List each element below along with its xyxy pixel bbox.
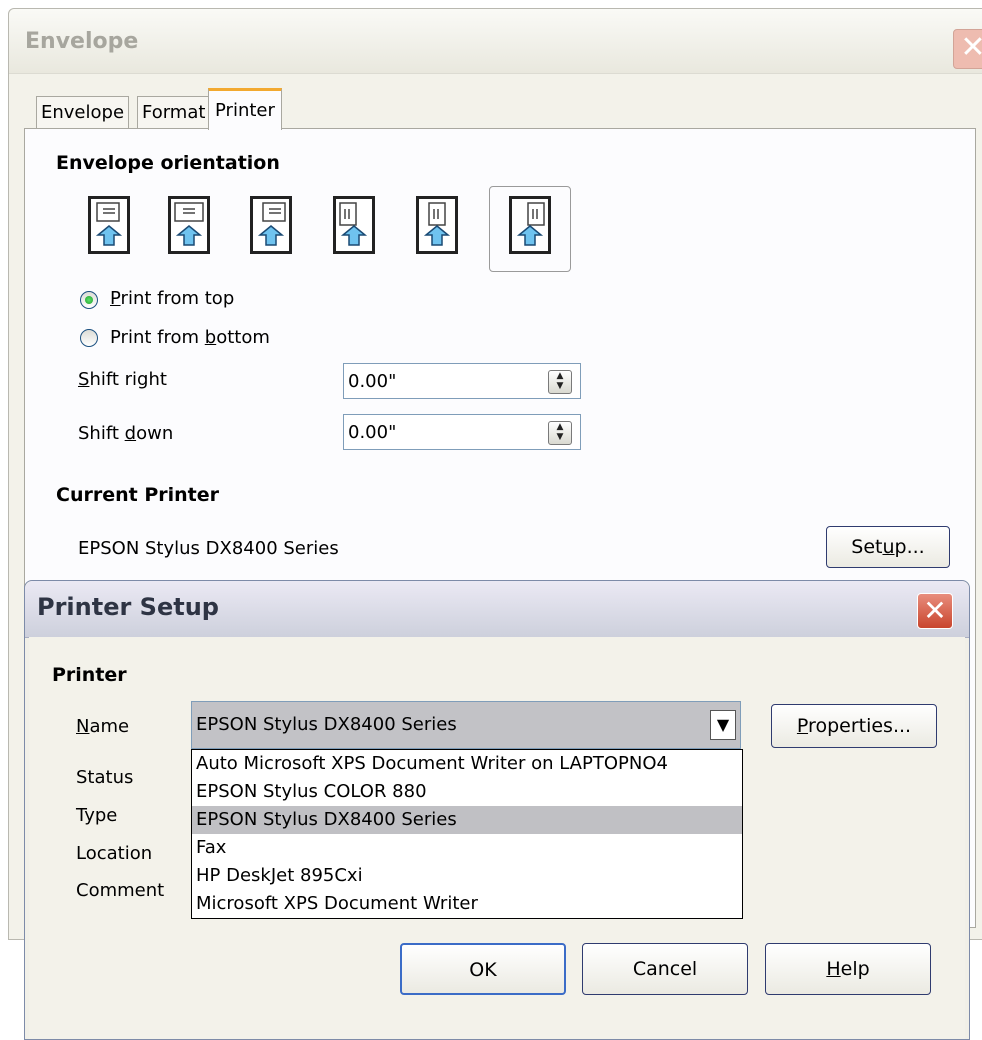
spin-updown-icon[interactable]: ▲ ▼ <box>548 421 572 445</box>
envelope-title: Envelope <box>25 29 139 54</box>
printer-name-select[interactable]: EPSON Stylus DX8400 Series ▼ <box>191 701 741 749</box>
print-from-bottom-label[interactable]: Print from bottom <box>110 327 270 348</box>
status-label: Status <box>76 767 134 788</box>
name-label: Name <box>76 716 130 737</box>
tab-envelope[interactable]: Envelope <box>36 96 130 128</box>
orientation-horizontal-center-icon[interactable] <box>168 196 210 254</box>
print-from-bottom-radio[interactable] <box>80 329 98 347</box>
print-from-top-radio[interactable] <box>80 291 98 309</box>
spin-updown-icon[interactable]: ▲ ▼ <box>548 370 572 394</box>
list-item[interactable]: Auto Microsoft XPS Document Writer on LA… <box>192 750 742 778</box>
list-item[interactable]: Fax <box>192 834 742 862</box>
radio-selected-dot <box>85 296 93 304</box>
list-item[interactable]: HP DeskJet 895Cxi <box>192 862 742 890</box>
envelope-title-bar[interactable]: Envelope ✕ <box>9 9 982 74</box>
current-printer-heading: Current Printer <box>56 484 219 506</box>
current-printer-name: EPSON Stylus DX8400 Series <box>78 538 339 559</box>
envelope-orientation-heading: Envelope orientation <box>56 152 280 174</box>
list-item[interactable]: EPSON Stylus COLOR 880 <box>192 778 742 806</box>
ok-button[interactable]: OK <box>400 943 566 995</box>
tab-printer[interactable]: Printer <box>208 88 282 130</box>
tab-format[interactable]: Format <box>137 96 211 128</box>
printer-setup-title-bar[interactable]: Printer Setup ✕ <box>25 581 969 638</box>
list-item[interactable]: EPSON Stylus DX8400 Series <box>192 806 742 834</box>
setup-button[interactable]: Setup... <box>826 526 950 568</box>
type-label: Type <box>76 805 118 826</box>
properties-button[interactable]: Properties... <box>771 704 937 748</box>
orientation-horizontal-right-icon[interactable] <box>250 196 292 254</box>
close-icon[interactable]: ✕ <box>917 593 953 629</box>
shift-right-label: Shift right <box>78 369 167 390</box>
shift-right-input[interactable] <box>348 368 528 394</box>
printer-name-value: EPSON Stylus DX8400 Series <box>196 714 457 735</box>
close-icon[interactable]: ✕ <box>953 29 982 69</box>
chevron-down-icon[interactable]: ▼ <box>710 710 736 740</box>
orientation-vertical-right-icon[interactable] <box>509 196 551 254</box>
orientation-vertical-center-icon[interactable] <box>416 196 458 254</box>
comment-label: Comment <box>76 880 165 901</box>
location-label: Location <box>76 843 153 864</box>
print-from-top-label[interactable]: Print from top <box>110 288 234 309</box>
shift-right-field[interactable]: ▲▼ <box>343 363 581 399</box>
shift-down-input[interactable] <box>348 419 528 445</box>
printer-heading: Printer <box>52 664 127 686</box>
orientation-horizontal-left-icon[interactable] <box>88 196 130 254</box>
shift-down-field[interactable]: ▲▼ <box>343 414 581 450</box>
printer-dropdown-list[interactable]: Auto Microsoft XPS Document Writer on LA… <box>191 749 743 919</box>
orientation-vertical-left-icon[interactable] <box>333 196 375 254</box>
shift-down-label: Shift down <box>78 423 174 444</box>
help-button[interactable]: Help <box>765 943 931 995</box>
cancel-button[interactable]: Cancel <box>582 943 748 995</box>
printer-setup-title: Printer Setup <box>37 593 219 621</box>
list-item[interactable]: Microsoft XPS Document Writer <box>192 890 742 918</box>
